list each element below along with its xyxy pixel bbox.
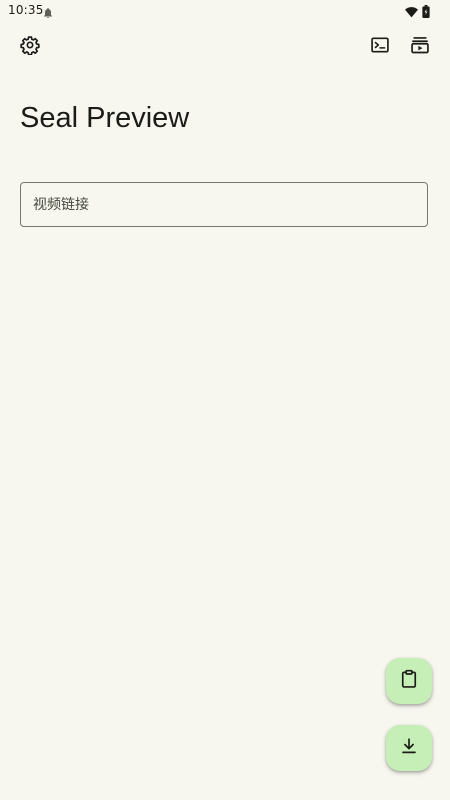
battery-icon xyxy=(422,3,430,22)
paste-link-button[interactable] xyxy=(386,658,432,704)
clipboard-icon xyxy=(399,669,419,693)
gear-icon xyxy=(20,35,40,59)
settings-button[interactable] xyxy=(13,30,47,64)
playlist-play-icon xyxy=(410,35,430,59)
notification-bell-icon xyxy=(42,4,54,18)
download-icon xyxy=(400,737,418,759)
wifi-icon xyxy=(405,3,418,22)
download-queue-button[interactable] xyxy=(403,30,437,64)
top-app-bar xyxy=(0,30,450,64)
page-title: Seal Preview xyxy=(20,102,190,134)
terminal-button[interactable] xyxy=(363,30,397,64)
terminal-icon xyxy=(370,35,390,59)
status-bar: 10:35 xyxy=(0,0,450,22)
status-time: 10:35 xyxy=(8,3,44,17)
download-button[interactable] xyxy=(386,725,432,771)
status-icons xyxy=(405,3,430,22)
video-url-field[interactable] xyxy=(20,182,428,227)
video-url-input[interactable] xyxy=(21,183,427,226)
